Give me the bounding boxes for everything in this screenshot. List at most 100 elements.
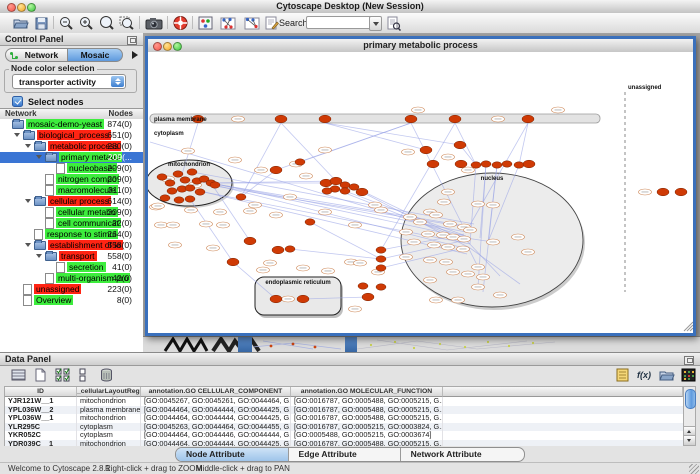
tree-row[interactable]: mosaic-demo-yeast874(0): [0, 119, 143, 130]
table-cell[interactable]: cytoplasm: [77, 423, 141, 432]
table-cell[interactable]: [GO:0016787, GO:0005488, GO:0005215, G..…: [291, 397, 443, 406]
attribute-list-icon[interactable]: [614, 367, 631, 383]
network-node[interactable]: [455, 160, 467, 168]
network-node[interactable]: [522, 115, 534, 123]
table-cell[interactable]: YPL036W__1: [5, 414, 77, 423]
save-session-icon[interactable]: [33, 15, 50, 31]
table-cell[interactable]: cytoplasm: [77, 431, 141, 440]
search-config-icon[interactable]: [385, 15, 402, 31]
network-node[interactable]: [340, 182, 350, 188]
network-node[interactable]: [492, 162, 502, 168]
tab-overflow-arrow-icon[interactable]: [132, 51, 138, 59]
node-color-dropdown[interactable]: transporter activity: [12, 74, 126, 89]
network-node[interactable]: [502, 161, 512, 167]
network-node[interactable]: [376, 256, 386, 262]
network-window-titlebar[interactable]: primary metabolic process: [148, 39, 693, 53]
table-cell[interactable]: [GO:0016787, GO:0005488, GO:0005215, G..…: [291, 406, 443, 415]
tree-row[interactable]: cellular metabo209(0): [0, 207, 143, 218]
zoom-one-to-one-icon[interactable]: [98, 15, 115, 31]
expand-arrow-icon[interactable]: [25, 141, 34, 152]
table-cell[interactable]: YJR121W__1: [5, 397, 77, 406]
network-node[interactable]: [340, 188, 350, 194]
network-node[interactable]: [272, 246, 284, 254]
tree-row[interactable]: Overview8(0): [0, 295, 143, 306]
network-node[interactable]: [244, 237, 256, 245]
attribute-matrix-icon[interactable]: [680, 367, 697, 383]
network-node[interactable]: [236, 194, 246, 200]
network-node[interactable]: [481, 161, 491, 167]
table-cell[interactable]: YPL036W__2: [5, 406, 77, 415]
table-cell[interactable]: [GO:0045267, GO:0045261, GO:0044464, G..…: [141, 397, 291, 406]
network-node[interactable]: [454, 141, 466, 149]
table-cell[interactable]: mitochondrion: [77, 414, 141, 423]
network-node[interactable]: [285, 246, 295, 252]
layout-b-icon[interactable]: [242, 15, 262, 31]
network-node[interactable]: [227, 258, 239, 266]
search-input[interactable]: [306, 16, 372, 29]
table-cell[interactable]: [GO:0016787, GO:0005488, GO:0005215, G..…: [291, 414, 443, 423]
network-node[interactable]: [427, 160, 439, 168]
tree-row[interactable]: nucleobase-209(0): [0, 163, 143, 174]
network-node[interactable]: [471, 162, 481, 168]
expand-arrow-icon[interactable]: [14, 130, 23, 141]
new-attribute-icon[interactable]: [32, 367, 49, 383]
window-resize-grip[interactable]: [684, 322, 693, 331]
float-panel-icon[interactable]: [127, 36, 137, 45]
expand-arrow-icon[interactable]: [25, 240, 34, 251]
table-cell[interactable]: [GO:0044464, GO:0044444, GO:0044425, G..…: [141, 406, 291, 415]
table-cell[interactable]: plasma membrane: [77, 406, 141, 415]
tree-column-nodes[interactable]: Nodes: [109, 109, 133, 119]
tree-row[interactable]: primary metabo209(...: [0, 152, 143, 163]
expand-arrow-icon[interactable]: [36, 152, 45, 163]
delete-attribute-icon[interactable]: [98, 367, 115, 383]
network-graph[interactable]: plasma membranecytoplasmmitochondrionnuc…: [148, 52, 693, 333]
network-node[interactable]: [270, 295, 282, 303]
network-node[interactable]: [376, 265, 386, 271]
annotation-icon[interactable]: [263, 15, 280, 31]
table-column-header[interactable]: ID: [5, 387, 77, 397]
table-cell[interactable]: [GO:0044464, GO:0044444, GO:0044425, G..…: [141, 414, 291, 423]
network-node[interactable]: [297, 295, 309, 303]
tree-row[interactable]: macromolecule311(0): [0, 185, 143, 196]
tree-column-network[interactable]: Network: [5, 109, 37, 119]
select-all-attributes-icon[interactable]: [54, 367, 71, 383]
expand-arrow-icon[interactable]: [36, 251, 45, 262]
table-column-header[interactable]: _cellularLayoutRegion: [77, 387, 141, 397]
tree-row[interactable]: multi-organism pro42(0): [0, 273, 143, 284]
network-node[interactable]: [319, 115, 331, 123]
tab-mosaic[interactable]: Mosaic: [67, 48, 123, 62]
zoom-fit-selected-icon[interactable]: [118, 15, 135, 31]
scroll-down-button[interactable]: [684, 435, 695, 445]
network-node[interactable]: [165, 180, 175, 186]
layout-a-icon[interactable]: [218, 15, 238, 31]
network-node[interactable]: [420, 146, 432, 154]
tree-row[interactable]: metabolic process280(0): [0, 141, 143, 152]
network-node[interactable]: [185, 185, 195, 191]
scrollbar-thumb[interactable]: [685, 389, 696, 409]
table-cell[interactable]: [GO:0016787, GO:0005215, GO:0003824, G..…: [291, 423, 443, 432]
tree-row[interactable]: transport558(0): [0, 251, 143, 262]
network-node[interactable]: [157, 174, 167, 180]
tree-row[interactable]: secretion41(0): [0, 262, 143, 273]
network-node[interactable]: [187, 169, 197, 175]
tree-row[interactable]: cell communicat22(0): [0, 218, 143, 229]
network-node[interactable]: [657, 188, 669, 196]
tree-row[interactable]: nitrogen compo209(0): [0, 174, 143, 185]
help-lifering-icon[interactable]: [172, 15, 189, 31]
network-node[interactable]: [160, 195, 170, 201]
tree-row[interactable]: cellular process614(0): [0, 196, 143, 207]
table-cell[interactable]: [GO:0005488, GO:0005215, GO:0003674]: [291, 431, 443, 440]
network-node[interactable]: [167, 188, 177, 194]
vizmapper-icon[interactable]: [197, 15, 214, 31]
network-node[interactable]: [376, 284, 386, 290]
background-window-edge[interactable]: [238, 337, 252, 352]
select-nodes-checkbox[interactable]: [12, 96, 23, 107]
snapshot-camera-icon[interactable]: [144, 15, 164, 31]
network-node[interactable]: [675, 188, 687, 196]
table-cell[interactable]: YKR052C: [5, 431, 77, 440]
network-node[interactable]: [322, 188, 332, 194]
network-node[interactable]: [173, 171, 183, 177]
function-builder-icon[interactable]: f(x): [637, 367, 654, 383]
tree-row[interactable]: unassigned223(0): [0, 284, 143, 295]
network-node[interactable]: [376, 247, 386, 253]
